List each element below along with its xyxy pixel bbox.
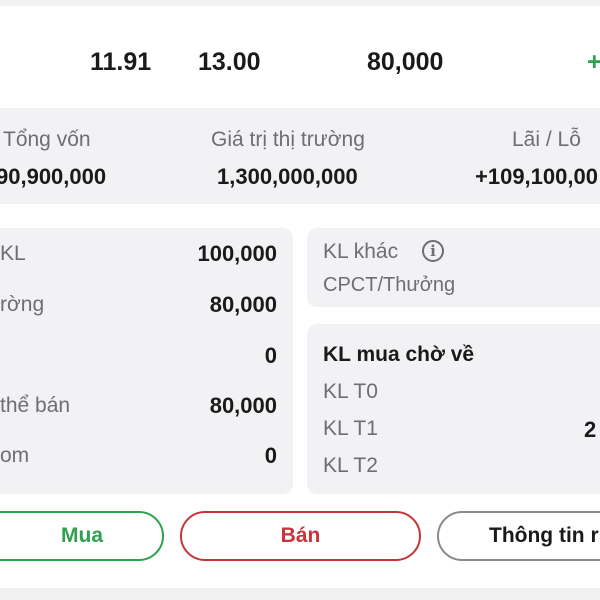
holdings-value-third: 0 (264, 343, 277, 368)
holdings-value-market: 80,000 (209, 292, 277, 317)
holdings-label-sellable: thể bán (0, 394, 71, 417)
stock-info-button[interactable]: Thông tin r (437, 511, 600, 561)
pending-t1-value: 2 (584, 417, 597, 442)
pending-t2-label: KL T2 (323, 454, 378, 477)
holdings-card (0, 228, 293, 494)
total-cost-label: Tổng vốn (3, 128, 91, 151)
market-price-value: 13.00 (198, 48, 261, 76)
sell-button-label: Bán (280, 524, 321, 547)
market-value-label: Giá trị thị trường (211, 128, 365, 151)
sell-button[interactable]: Bán (180, 511, 421, 561)
market-value-value: 1,300,000,000 (217, 164, 358, 189)
stock-position-screen: 11.91 13.00 80,000 + Tổng vốn 90,900,000… (0, 0, 600, 600)
bottom-divider (0, 588, 600, 600)
holdings-value-total: 100,000 (197, 241, 277, 266)
buy-button-label: Mua (61, 524, 103, 547)
holdings-label-other: om (0, 444, 30, 467)
pending-t1-label: KL T1 (323, 417, 378, 440)
pnl-label: Lãi / Lỗ (512, 128, 581, 151)
buy-button[interactable]: Mua (0, 511, 164, 561)
holdings-label-total: KL (0, 242, 26, 265)
pending-t0-label: KL T0 (323, 380, 378, 403)
other-quantity-label: KL khác (323, 240, 399, 263)
pending-buy-title: KL mua chờ về (323, 343, 475, 366)
bonus-label: CPCT/Thưởng (323, 274, 456, 296)
holdings-value-other: 0 (264, 443, 277, 468)
change-value: + (587, 48, 600, 76)
holdings-label-market: rờng (0, 293, 45, 316)
total-cost-value: 90,900,000 (0, 164, 107, 189)
stock-info-button-label: Thông tin r (489, 524, 599, 547)
avg-price-value: 11.91 (90, 48, 152, 76)
quantity-value: 80,000 (367, 48, 444, 76)
info-icon[interactable]: i (422, 240, 444, 262)
pnl-value: +109,100,00 (475, 164, 598, 189)
top-divider (0, 0, 600, 6)
holdings-value-sellable: 80,000 (209, 393, 277, 418)
